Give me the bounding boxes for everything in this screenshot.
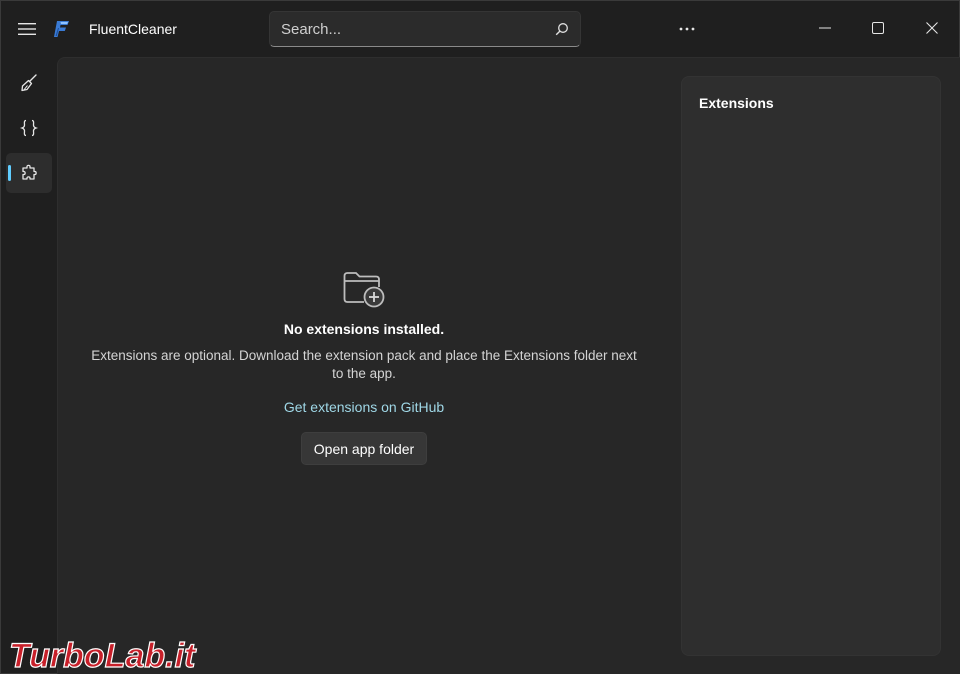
navigation-rail: [1, 57, 57, 674]
app-window: FluentCleaner Search... No extensions in…: [0, 0, 960, 674]
maximize-button[interactable]: [855, 9, 901, 47]
folder-add-icon: [343, 272, 385, 308]
selection-indicator: [8, 165, 11, 181]
get-extensions-link[interactable]: Get extensions on GitHub: [58, 399, 670, 415]
puzzle-icon: [22, 164, 37, 180]
more-icon: [679, 27, 695, 31]
close-icon: [926, 22, 938, 34]
turbolab-watermark-logo: TurboLab.it: [8, 636, 197, 674]
content-area: No extensions installed. Extensions are …: [57, 57, 960, 674]
search-box[interactable]: [269, 11, 581, 47]
broom-icon: [21, 74, 37, 92]
open-app-folder-button[interactable]: Open app folder: [301, 432, 427, 465]
nav-item-developer[interactable]: [6, 108, 52, 148]
search-input[interactable]: [270, 12, 544, 46]
empty-state-description: Extensions are optional. Download the ex…: [91, 348, 637, 381]
braces-icon: [19, 119, 39, 137]
close-button[interactable]: [909, 9, 955, 47]
minimize-icon: [819, 27, 831, 29]
extensions-panel-title: Extensions: [699, 95, 774, 111]
watermark-text: TurboLab.it: [9, 637, 197, 674]
empty-state-title: No extensions installed.: [283, 321, 445, 337]
app-title: FluentCleaner: [89, 21, 177, 37]
app-logo-icon: [54, 21, 69, 37]
nav-item-cleaner[interactable]: [6, 63, 52, 103]
search-button[interactable]: [544, 12, 580, 46]
extensions-panel: Extensions: [681, 76, 941, 656]
title-bar: FluentCleaner: [1, 1, 960, 57]
empty-state: No extensions installed. Extensions are …: [58, 58, 670, 674]
nav-item-extensions[interactable]: [6, 153, 52, 193]
maximize-icon: [872, 22, 884, 34]
more-options-button[interactable]: [669, 15, 705, 43]
minimize-button[interactable]: [802, 9, 848, 47]
menu-button[interactable]: [11, 15, 43, 43]
search-icon: [555, 23, 568, 36]
hamburger-icon: [18, 23, 36, 35]
